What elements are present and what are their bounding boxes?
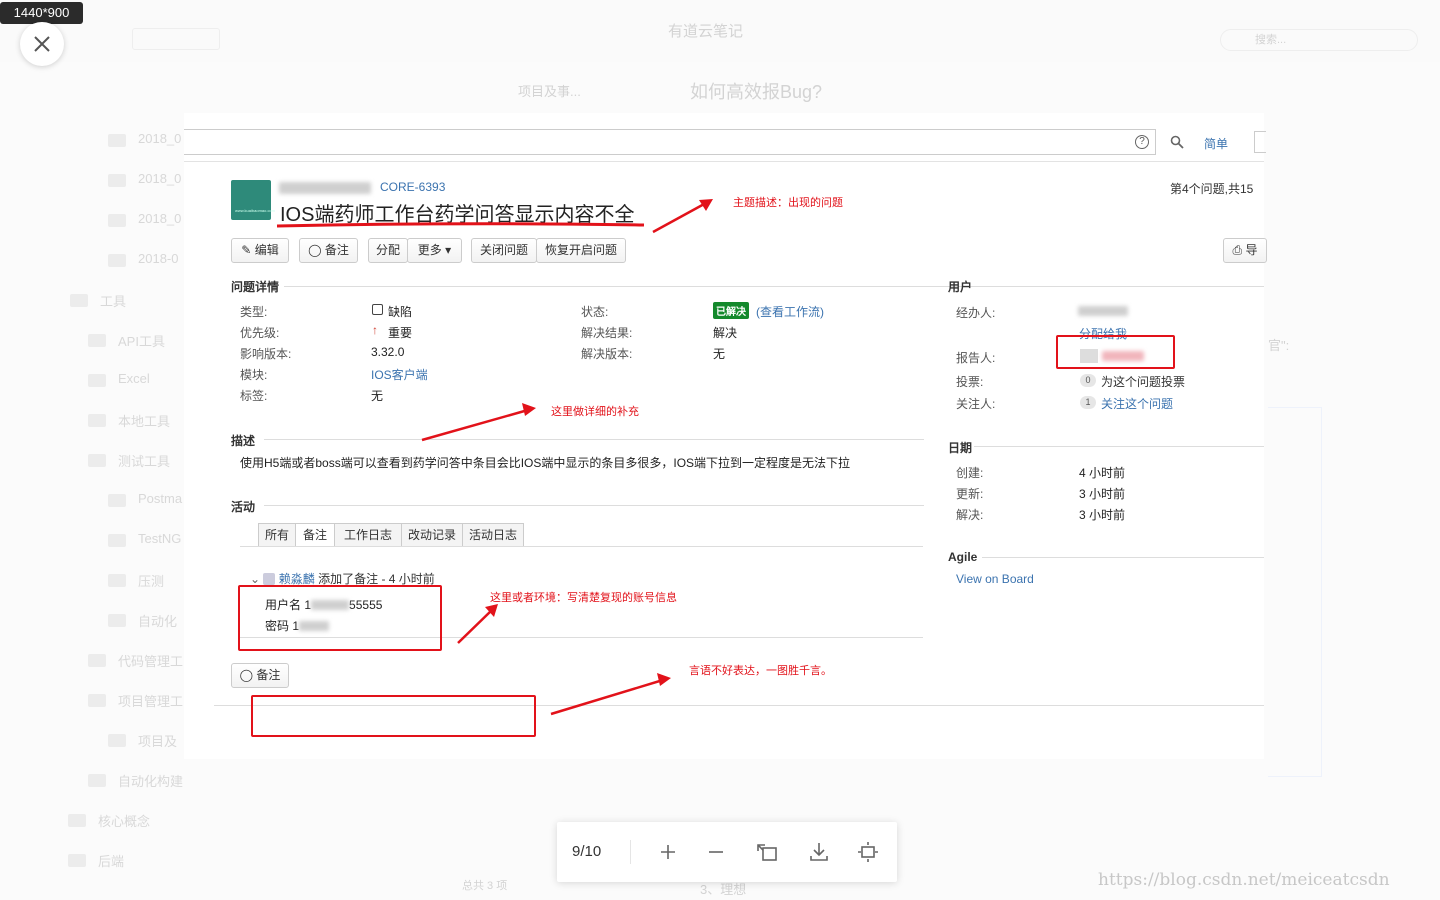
minus-icon <box>709 851 723 853</box>
plus-icon <box>661 845 675 859</box>
download-icon <box>810 843 828 861</box>
credentials-highlight-box <box>238 585 442 651</box>
rotate-button[interactable] <box>753 838 781 866</box>
fit-screen-button[interactable] <box>854 838 882 866</box>
title-underline <box>276 222 645 228</box>
annotation-layer <box>276 199 713 716</box>
reporter-highlight-box <box>1056 335 1175 369</box>
fit-screen-icon <box>858 842 878 862</box>
image-annotation: 言语不好表达，一图胜千言。 <box>689 665 832 677</box>
arrow-to-detail <box>421 403 536 442</box>
arrow-to-env <box>457 604 498 644</box>
image-placeholder-box <box>251 695 536 737</box>
detail-annotation: 这里做详细的补充 <box>551 406 639 418</box>
rotate-icon <box>757 844 777 861</box>
arrow-to-image <box>550 673 671 716</box>
title-annotation: 主题描述：出现的问题 <box>733 197 843 209</box>
page-indicator: 9/10 <box>572 843 602 860</box>
env-annotation: 这里或者环境：写清楚复现的账号信息 <box>490 592 677 604</box>
download-button[interactable] <box>805 838 833 866</box>
toolbar-divider <box>630 840 631 864</box>
zoom-in-button[interactable] <box>654 838 682 866</box>
image-viewer-toolbar: 9/10 <box>557 822 897 882</box>
arrow-to-title <box>652 199 713 234</box>
zoom-out-button[interactable] <box>702 838 730 866</box>
